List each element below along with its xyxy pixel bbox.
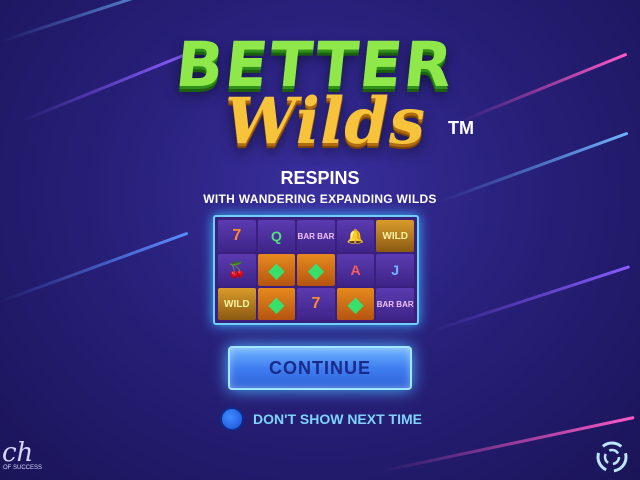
- logo-wilds-text: Wilds: [224, 84, 426, 159]
- continue-button[interactable]: CONTINUE: [228, 346, 412, 390]
- provider-logo-mark: ch: [2, 438, 34, 468]
- reel-symbol: ◆: [257, 254, 296, 286]
- light-streak: [0, 231, 189, 303]
- reel-symbol: 🔔: [336, 220, 375, 252]
- feature-title: RESPINS: [280, 168, 360, 188]
- light-streak: [429, 265, 631, 333]
- reel-symbol: A: [336, 254, 375, 286]
- feature-subtitle: WITH WANDERING EXPANDING WILDS: [203, 192, 437, 206]
- reel-symbol: ◆: [257, 288, 296, 320]
- game-logo: BETTER Wilds TM: [165, 28, 485, 168]
- reel-symbol: 7: [297, 288, 335, 320]
- provider-logo: ch OF SUCCESS: [0, 438, 50, 480]
- dont-show-label[interactable]: DON'T SHOW NEXT TIME: [253, 411, 422, 427]
- studio-logo-icon: [596, 441, 628, 473]
- reel-symbol: ◆: [336, 288, 375, 320]
- reel-symbol: 🍒: [218, 254, 256, 286]
- reel-symbol: WILD: [218, 288, 256, 320]
- trademark-symbol: TM: [448, 118, 474, 138]
- provider-logo-tagline: OF SUCCESS: [3, 465, 43, 471]
- reel-symbol: BAR BAR: [376, 288, 414, 320]
- dont-show-toggle[interactable]: [220, 407, 244, 431]
- reel-symbol: 7: [218, 220, 256, 252]
- reel-symbol: ◆: [297, 254, 335, 286]
- reel-symbol: WILD: [376, 220, 414, 252]
- reel-symbol: Q: [257, 220, 296, 252]
- reel-symbol: J: [376, 254, 414, 286]
- reel-symbol: BAR BAR: [297, 220, 335, 252]
- reel-preview: 7 Q BAR BAR 🔔 WILD 🍒 ◆ ◆ A J WILD ◆ 7 ◆ …: [213, 215, 419, 325]
